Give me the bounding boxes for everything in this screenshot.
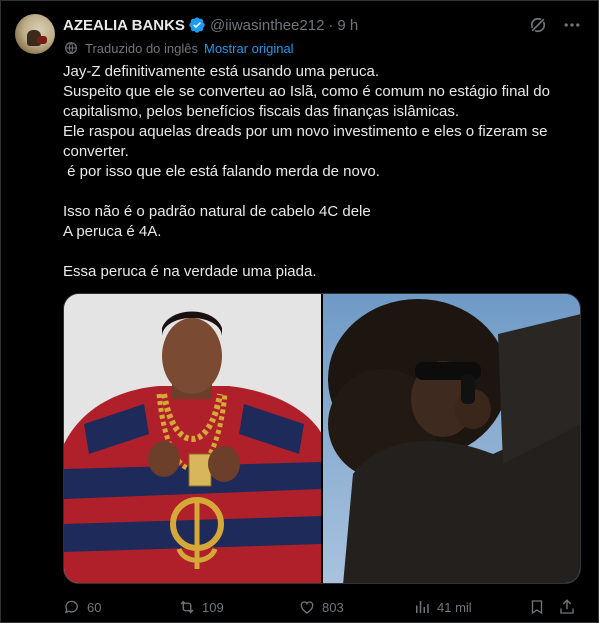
like-count: 803 bbox=[322, 599, 344, 615]
media-grid bbox=[63, 293, 581, 584]
share-icon bbox=[560, 599, 574, 614]
reply-icon bbox=[65, 600, 78, 614]
share-button[interactable] bbox=[558, 598, 582, 616]
author-name[interactable]: AZEALIA BANKS bbox=[63, 17, 185, 34]
views-count: 41 mil bbox=[437, 599, 472, 615]
bookmark-icon bbox=[531, 600, 543, 615]
photo-left[interactable] bbox=[64, 294, 321, 583]
photo-right[interactable] bbox=[323, 294, 580, 583]
tweet-header: AZEALIA BANKS @iiwasinthee212 · 9 h bbox=[63, 15, 358, 35]
photo-right-illustration bbox=[323, 294, 580, 583]
heart-icon bbox=[300, 601, 314, 614]
tweet-text: Jay-Z definitivamente está usando uma pe… bbox=[63, 62, 583, 282]
bookmark-button[interactable] bbox=[528, 598, 558, 616]
more-options-icon[interactable] bbox=[562, 15, 582, 35]
photo-left-illustration bbox=[64, 294, 321, 583]
reply-count: 60 bbox=[87, 599, 102, 615]
repost-icon bbox=[180, 600, 194, 614]
repost-count: 109 bbox=[202, 599, 224, 615]
like-button[interactable]: 803 bbox=[298, 598, 413, 616]
top-actions bbox=[528, 15, 582, 35]
avatar[interactable] bbox=[15, 14, 55, 54]
translated-label: Traduzido do inglês bbox=[85, 40, 198, 56]
reply-button[interactable]: 60 bbox=[63, 598, 178, 616]
verified-badge-icon bbox=[189, 17, 205, 33]
author-handle[interactable]: @iiwasinthee212 bbox=[210, 17, 324, 34]
show-original-link[interactable]: Mostrar original bbox=[204, 41, 294, 56]
tweet-card[interactable]: AZEALIA BANKS @iiwasinthee212 · 9 h Trad… bbox=[0, 0, 599, 623]
translation-row: Traduzido do inglês Mostrar original bbox=[63, 39, 294, 57]
views-icon bbox=[416, 601, 429, 613]
grok-icon[interactable] bbox=[528, 15, 548, 35]
views-button[interactable]: 41 mil bbox=[413, 598, 528, 616]
repost-button[interactable]: 109 bbox=[178, 598, 298, 616]
action-bar: 60 109 803 41 mil bbox=[63, 595, 583, 619]
tweet-paragraph: Isso não é o padrão natural de cabelo 4C… bbox=[63, 203, 371, 240]
tweet-paragraph: Jay-Z definitivamente está usando uma pe… bbox=[63, 63, 550, 180]
tweet-paragraph: Essa peruca é na verdade uma piada. bbox=[63, 263, 317, 280]
globe-icon bbox=[65, 42, 77, 54]
separator-dot: · bbox=[328, 16, 334, 34]
timestamp[interactable]: 9 h bbox=[337, 17, 358, 34]
